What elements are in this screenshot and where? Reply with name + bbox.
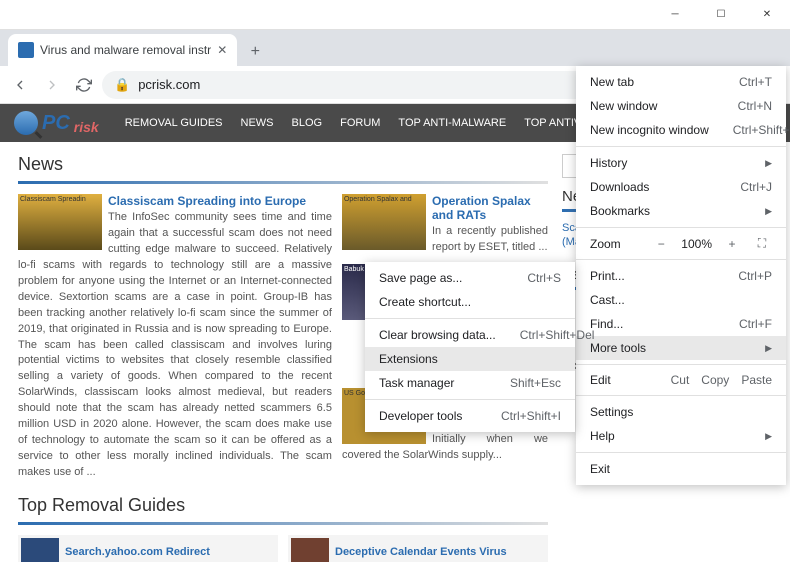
minimize-button[interactable]: ─ (652, 0, 698, 30)
menu-incognito[interactable]: New incognito windowCtrl+Shift+N (576, 118, 786, 142)
url-text: pcrisk.com (138, 77, 200, 92)
submenu-dev-tools[interactable]: Developer toolsCtrl+Shift+I (365, 404, 575, 428)
zoom-out-button[interactable]: − (651, 237, 671, 251)
menu-exit[interactable]: Exit (576, 457, 786, 481)
guide-thumbnail (21, 538, 59, 562)
zoom-in-button[interactable]: + (722, 237, 742, 251)
menu-new-window[interactable]: New windowCtrl+N (576, 94, 786, 118)
favicon-icon (18, 42, 34, 58)
copy-button[interactable]: Copy (701, 373, 729, 387)
lock-icon: 🔒 (114, 77, 130, 93)
browser-tab[interactable]: Virus and malware removal instr ✕ (8, 34, 237, 66)
more-tools-submenu: Save page as...Ctrl+S Create shortcut...… (365, 262, 575, 432)
new-tab-button[interactable]: + (241, 38, 269, 66)
cut-button[interactable]: Cut (671, 373, 690, 387)
menu-zoom: Zoom − 100% + ⛶ (576, 232, 786, 255)
menu-settings[interactable]: Settings (576, 400, 786, 424)
article-body: The InfoSec community sees time and time… (18, 210, 332, 481)
divider (18, 522, 548, 525)
nav-forum[interactable]: FORUM (340, 117, 380, 129)
guide-title: Deceptive Calendar Events Virus (335, 546, 507, 558)
menu-cast[interactable]: Cast... (576, 288, 786, 312)
submenu-create-shortcut[interactable]: Create shortcut... (365, 290, 575, 314)
submenu-task-manager[interactable]: Task managerShift+Esc (365, 371, 575, 395)
logo-text-risk: risk (74, 119, 99, 135)
logo-icon (14, 111, 38, 135)
submenu-clear-data[interactable]: Clear browsing data...Ctrl+Shift+Del (365, 323, 575, 347)
maximize-button[interactable]: ☐ (698, 0, 744, 30)
guide-item[interactable]: Search.yahoo.com Redirect (18, 535, 278, 562)
nav-anti-malware[interactable]: TOP ANTI-MALWARE (398, 117, 506, 129)
back-button[interactable] (6, 71, 34, 99)
menu-more-tools[interactable]: More tools▶ (576, 336, 786, 360)
nav-removal-guides[interactable]: REMOVAL GUIDES (125, 117, 223, 129)
news-heading: News (18, 154, 548, 175)
window-titlebar: ─ ☐ ✕ (0, 0, 790, 30)
menu-history[interactable]: History▶ (576, 151, 786, 175)
menu-new-tab[interactable]: New tabCtrl+T (576, 70, 786, 94)
tab-title: Virus and malware removal instr (40, 43, 211, 57)
chrome-main-menu: New tabCtrl+T New windowCtrl+N New incog… (576, 66, 786, 485)
nav-news[interactable]: NEWS (241, 117, 274, 129)
top-removal-heading: Top Removal Guides (18, 495, 548, 516)
site-logo[interactable]: PCrisk (14, 111, 99, 135)
submenu-extensions[interactable]: Extensions (365, 347, 575, 371)
menu-print[interactable]: Print...Ctrl+P (576, 264, 786, 288)
article-thumbnail[interactable]: Operation Spalax and (342, 194, 426, 250)
submenu-save-page[interactable]: Save page as...Ctrl+S (365, 266, 575, 290)
paste-button[interactable]: Paste (741, 373, 772, 387)
logo-text-pc: PC (42, 112, 70, 135)
menu-bookmarks[interactable]: Bookmarks▶ (576, 199, 786, 223)
tab-close-button[interactable]: ✕ (217, 43, 227, 57)
menu-find[interactable]: Find...Ctrl+F (576, 312, 786, 336)
guide-title: Search.yahoo.com Redirect (65, 546, 210, 558)
close-window-button[interactable]: ✕ (744, 0, 790, 30)
menu-edit: Edit Cut Copy Paste (576, 369, 786, 391)
fullscreen-button[interactable]: ⛶ (752, 236, 772, 251)
zoom-value: 100% (681, 237, 712, 251)
guide-thumbnail (291, 538, 329, 562)
reload-button[interactable] (70, 71, 98, 99)
article-thumbnail[interactable]: Classiscam Spreadin (18, 194, 102, 250)
divider (18, 181, 548, 184)
nav-blog[interactable]: BLOG (292, 117, 323, 129)
guide-item[interactable]: Deceptive Calendar Events Virus (288, 535, 548, 562)
menu-downloads[interactable]: DownloadsCtrl+J (576, 175, 786, 199)
menu-help[interactable]: Help▶ (576, 424, 786, 448)
tab-strip: Virus and malware removal instr ✕ + (0, 30, 790, 66)
forward-button[interactable] (38, 71, 66, 99)
